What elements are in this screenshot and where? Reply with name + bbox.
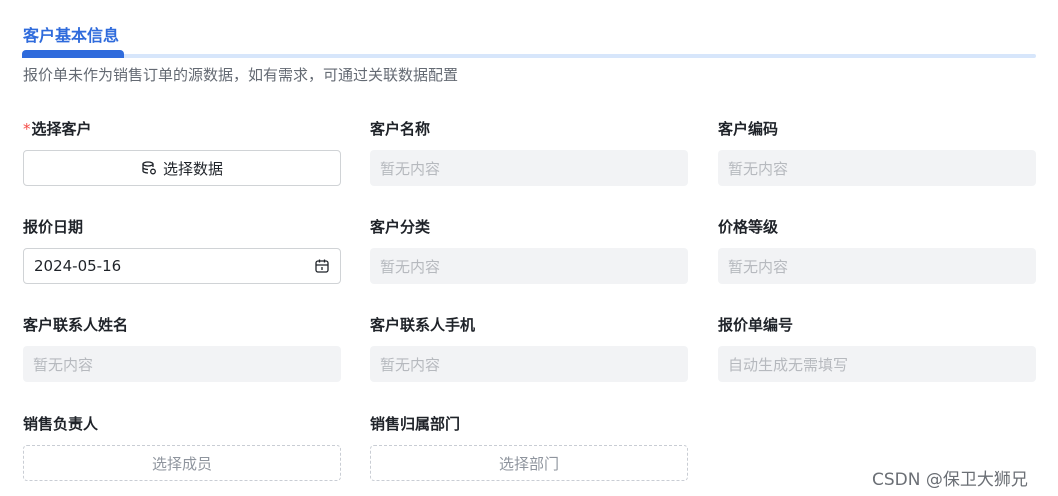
quote-number-input: 自动生成无需填写 (718, 346, 1036, 382)
database-icon (141, 160, 157, 176)
customer-category-input: 暂无内容 (370, 248, 688, 284)
field-contact-name: 客户联系人姓名 暂无内容 (23, 314, 341, 382)
quote-date-value: 2024-05-16 (34, 257, 122, 275)
select-member-button[interactable]: 选择成员 (23, 445, 341, 481)
field-label: 报价单编号 (718, 316, 794, 334)
field-contact-phone: 客户联系人手机 暂无内容 (370, 314, 688, 382)
tab-active-indicator (22, 50, 124, 58)
select-data-button[interactable]: 选择数据 (23, 150, 341, 186)
tab-title: 客户基本信息 (23, 26, 120, 45)
select-data-label: 选择数据 (162, 159, 223, 178)
field-sales-owner: 销售负责人 选择成员 (23, 413, 341, 481)
contact-phone-input: 暂无内容 (370, 346, 688, 382)
calendar-icon[interactable] (314, 258, 330, 274)
field-sales-department: 销售归属部门 选择部门 (370, 413, 688, 481)
field-label: 客户联系人手机 (370, 316, 476, 334)
customer-code-input: 暂无内容 (718, 150, 1036, 186)
field-customer-code: 客户编码 暂无内容 (718, 118, 1036, 186)
watermark: CSDN @保卫大狮兄 (872, 470, 1028, 490)
field-label: 销售负责人 (23, 415, 99, 433)
field-label: 销售归属部门 (370, 415, 461, 433)
field-quote-date: 报价日期 2024-05-16 (23, 216, 341, 284)
field-price-level: 价格等级 暂无内容 (718, 216, 1036, 284)
select-department-button[interactable]: 选择部门 (370, 445, 688, 481)
field-label: 客户名称 (370, 120, 431, 138)
contact-name-input: 暂无内容 (23, 346, 341, 382)
field-label: 报价日期 (23, 218, 84, 236)
price-level-input: 暂无内容 (718, 248, 1036, 284)
quote-date-picker[interactable]: 2024-05-16 (23, 248, 341, 284)
field-customer-name: 客户名称 暂无内容 (370, 118, 688, 186)
info-hint: 报价单未作为销售订单的源数据，如有需求，可通过关联数据配置 (23, 66, 459, 84)
field-label: 价格等级 (718, 218, 779, 236)
field-label: 客户联系人姓名 (23, 316, 129, 334)
field-customer-category: 客户分类 暂无内容 (370, 216, 688, 284)
field-label: 客户编码 (718, 120, 779, 138)
required-mark: * (23, 120, 31, 138)
customer-name-input: 暂无内容 (370, 150, 688, 186)
field-quote-number: 报价单编号 自动生成无需填写 (718, 314, 1036, 382)
field-select-customer: *选择客户 选择数据 (23, 118, 341, 186)
field-label: *选择客户 (23, 120, 92, 138)
field-label: 客户分类 (370, 218, 431, 236)
tab-underline (22, 54, 1036, 58)
